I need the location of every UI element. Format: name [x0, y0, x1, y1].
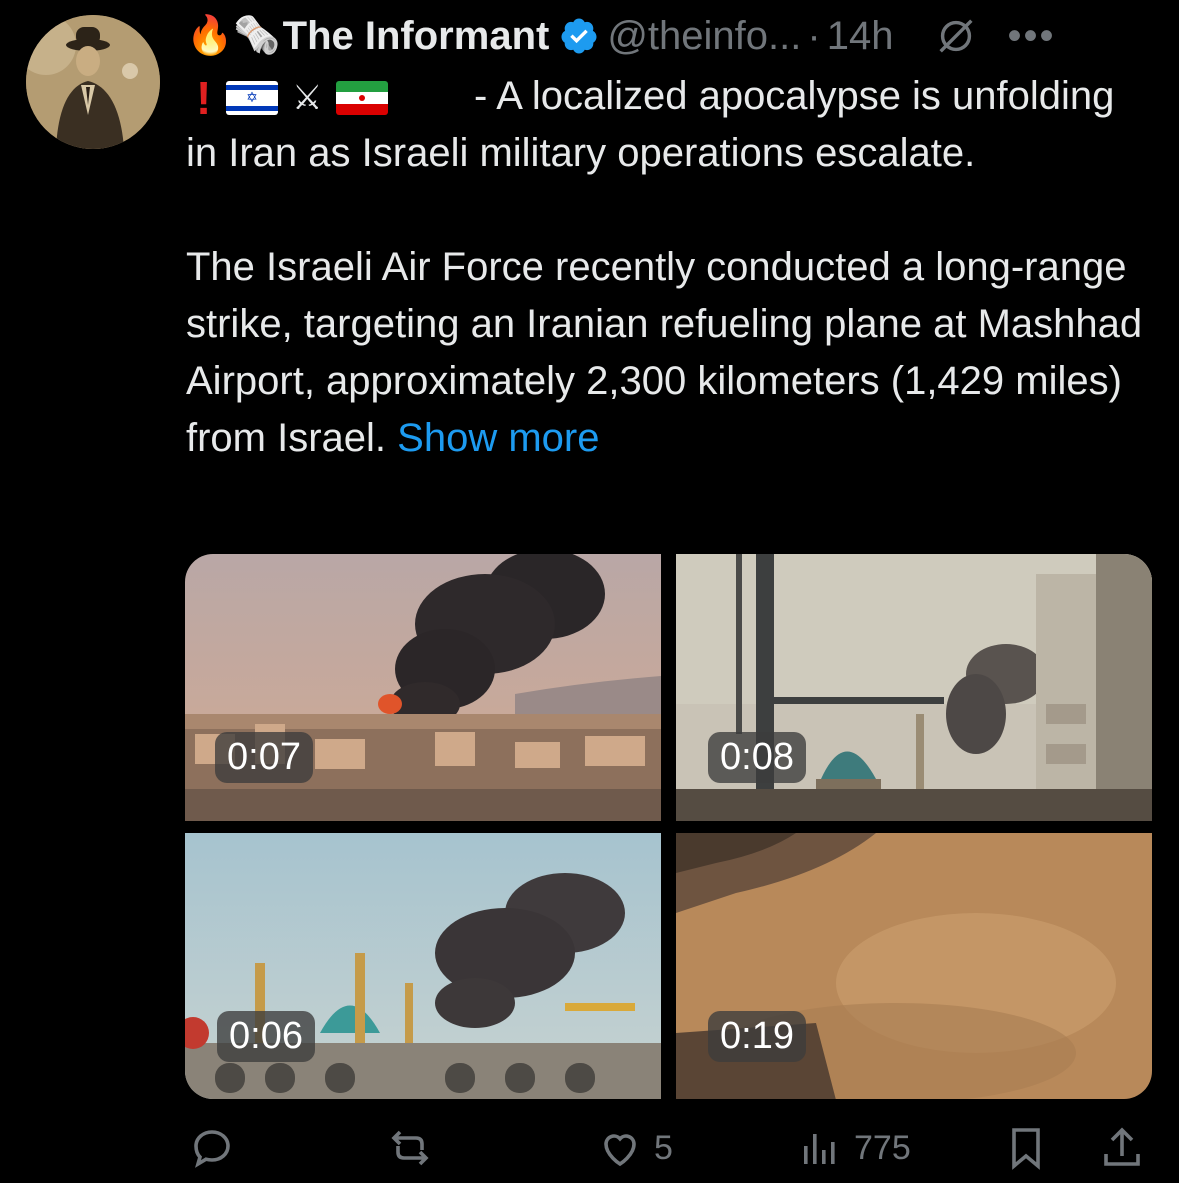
video-thumbnail-2[interactable]: 0:08 [676, 554, 1152, 821]
like-button[interactable]: 5 [596, 1124, 673, 1172]
share-icon [1104, 1127, 1140, 1166]
views-button[interactable]: 775 [796, 1124, 911, 1172]
like-icon [604, 1134, 636, 1167]
views-icon [804, 1134, 835, 1164]
paragraph-2-text: The Israeli Air Force recently conducted… [186, 245, 1143, 460]
video-thumbnail-3[interactable]: 0:06 [185, 833, 661, 1099]
video-duration-badge: 0:06 [217, 1011, 315, 1062]
verified-badge-icon [561, 18, 597, 54]
separator-dot: · [807, 13, 821, 58]
author-handle[interactable]: @theinfo... [607, 14, 801, 59]
more-icon[interactable]: ••• [1007, 14, 1055, 59]
author-avatar[interactable] [26, 15, 160, 149]
like-count: 5 [654, 1128, 673, 1167]
video-thumbnail-1[interactable]: 0:07 [185, 554, 661, 821]
video-thumbnail-4[interactable]: 0:19 [676, 833, 1152, 1099]
bookmark-button[interactable] [1002, 1124, 1050, 1172]
bookmark-icon [1012, 1128, 1040, 1170]
tweet-text: - A localized apocalypse is unfolding in… [186, 68, 1151, 467]
reply-icon [194, 1130, 230, 1168]
tweet-text-paragraph-1: - A localized apocalypse is unfolding in… [186, 74, 1115, 175]
show-more-link[interactable]: Show more [397, 416, 599, 460]
views-count: 775 [854, 1128, 911, 1167]
tweet-actions: 5 775 [186, 1118, 1151, 1182]
tweet-text-paragraph-2: The Israeli Air Force recently conducted… [186, 239, 1151, 467]
timestamp[interactable]: 14h [827, 14, 894, 59]
newspaper-emoji: 🗞️ [233, 15, 281, 57]
tweet-header: 🔥 🗞️ The Informant @theinfo... · 14h ••• [186, 6, 1161, 66]
grok-icon[interactable] [933, 13, 979, 59]
video-duration-badge: 0:08 [708, 732, 806, 783]
repost-button[interactable] [386, 1124, 444, 1172]
video-duration-badge: 0:19 [708, 1011, 806, 1062]
author-name[interactable]: The Informant [283, 14, 550, 59]
repost-icon [391, 1130, 429, 1166]
share-button[interactable] [1098, 1124, 1146, 1172]
media-grid: 0:07 0:08 0:06 0:19 [185, 554, 1152, 1099]
video-duration-badge: 0:07 [215, 732, 313, 783]
reply-button[interactable] [188, 1124, 246, 1172]
fire-emoji: 🔥 [186, 15, 234, 57]
